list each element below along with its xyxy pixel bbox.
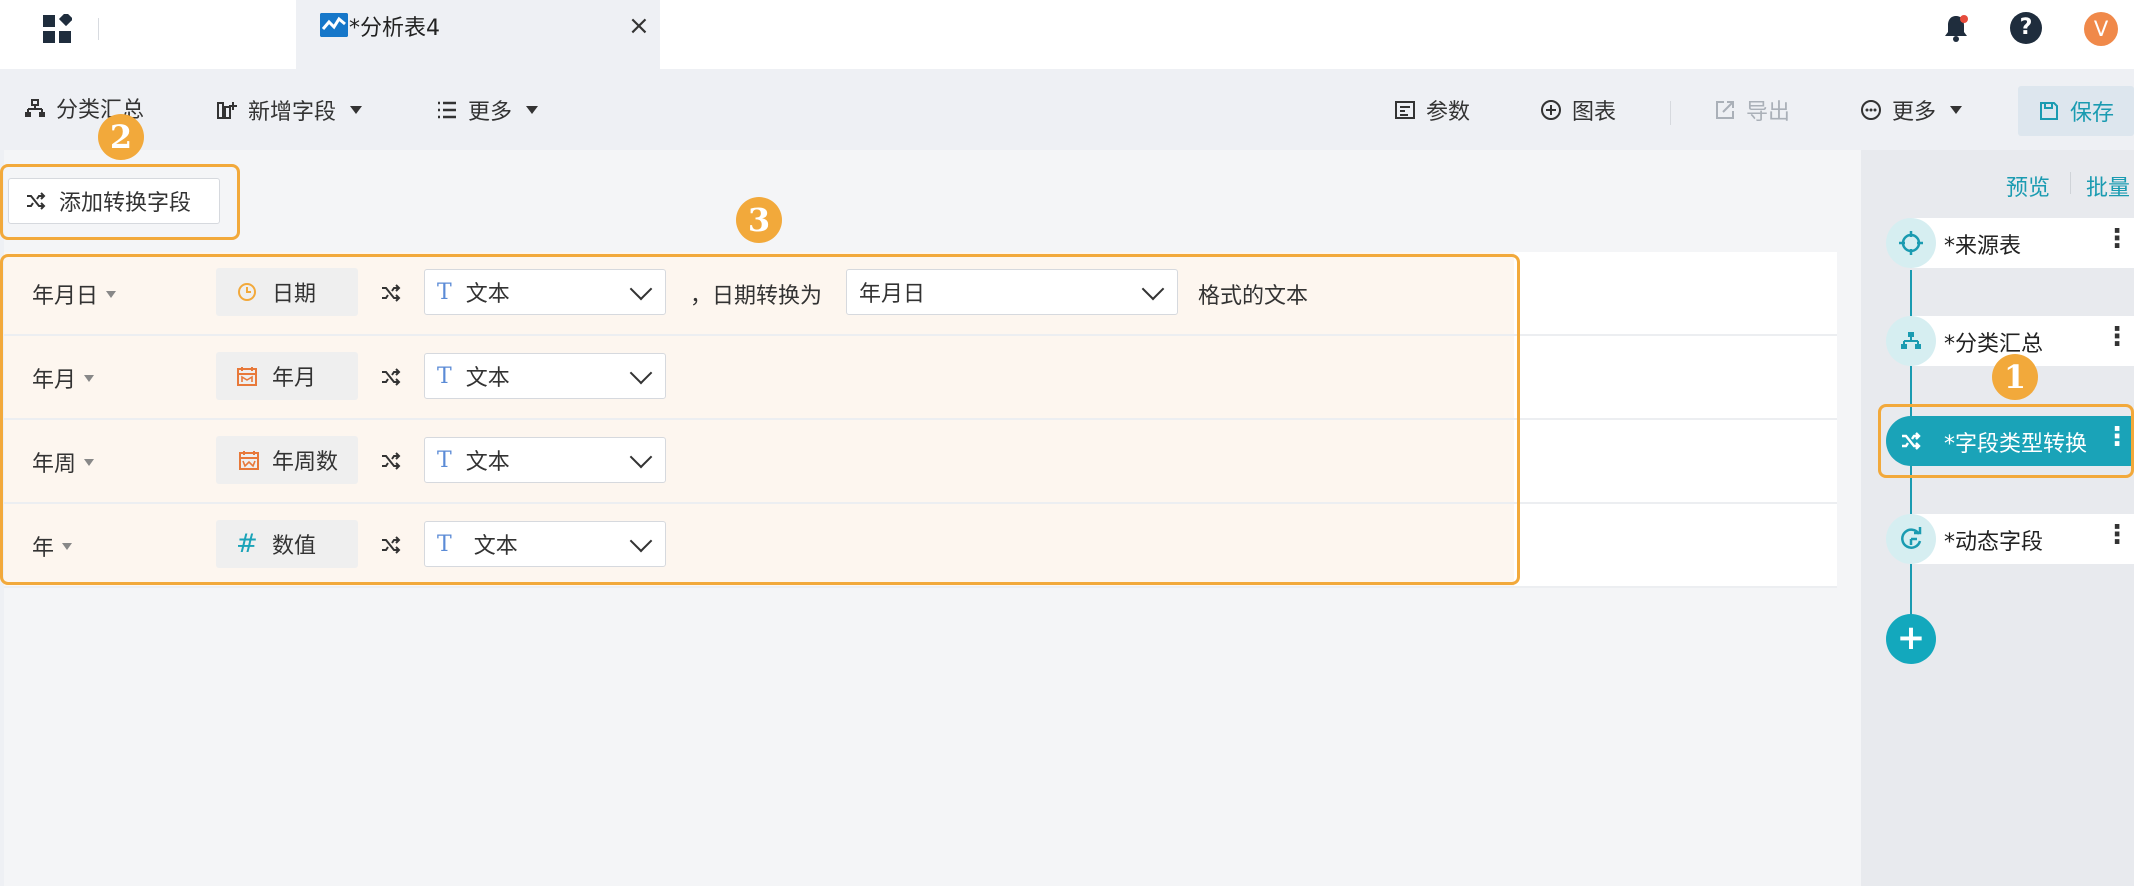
add-field-button[interactable]: 新增字段 [216, 90, 363, 130]
caret-down-icon [350, 106, 363, 114]
export-label: 导出 [1746, 100, 1791, 125]
more-vertical-icon[interactable]: ⋮ [2104, 224, 2130, 254]
highlight-frame-active-node [1878, 404, 2134, 478]
flow-node-label: *来源表 [1944, 234, 2022, 259]
more-left-label: 更多 [468, 100, 513, 125]
chart-button[interactable]: 图表 [1540, 90, 1616, 130]
step-badge-3: 3 [736, 197, 782, 243]
dynamic-icon [1886, 514, 1936, 564]
export-icon [1716, 101, 1734, 119]
step-badge-2: 2 [98, 114, 144, 160]
preview-link[interactable]: 预览 [2006, 170, 2050, 202]
highlight-frame-add-button [0, 164, 240, 240]
toolbar-divider [1670, 101, 1671, 125]
batch-link[interactable]: 批量 [2086, 170, 2130, 202]
chart-label: 图表 [1572, 100, 1617, 125]
chart-line-icon [320, 13, 348, 37]
more-vertical-icon[interactable]: ⋮ [2104, 520, 2130, 550]
sidebar-divider [2070, 172, 2071, 194]
apps-grid-icon[interactable] [42, 14, 72, 44]
add-field-label: 新增字段 [248, 100, 337, 125]
save-button[interactable]: 保存 [2018, 86, 2134, 136]
save-icon [2040, 102, 2058, 120]
save-label: 保存 [2070, 101, 2115, 126]
parameter-button[interactable]: 参数 [1394, 90, 1470, 130]
tab-title[interactable]: *分析表4 [349, 10, 440, 42]
caret-down-icon [526, 106, 539, 114]
flow-node-label: *分类汇总 [1944, 332, 2044, 357]
help-icon[interactable]: ? [2010, 12, 2042, 44]
close-icon[interactable]: × [628, 10, 650, 42]
bell-icon[interactable] [1940, 12, 1972, 44]
avatar[interactable]: V [2084, 12, 2118, 46]
step-badge-1: 1 [1992, 354, 2038, 400]
more-left-button[interactable]: 更多 [436, 90, 539, 130]
add-column-icon [217, 102, 237, 119]
more-right-button[interactable]: 更多 [1860, 90, 1963, 130]
parameter-icon [1395, 101, 1415, 119]
highlight-frame-rows [0, 254, 1520, 585]
flow-node-label: *动态字段 [1944, 530, 2044, 555]
more-right-label: 更多 [1892, 100, 1937, 125]
export-button[interactable]: 导出 [1714, 90, 1790, 130]
caret-down-icon [1950, 106, 1963, 114]
add-circle-icon [1541, 100, 1561, 120]
topbar-divider [98, 18, 99, 40]
parameter-label: 参数 [1426, 100, 1471, 125]
hierarchy-icon [1886, 316, 1936, 366]
add-node-button[interactable]: + [1886, 614, 1936, 664]
list-icon [438, 101, 456, 119]
more-circle-icon [1861, 100, 1881, 120]
more-vertical-icon[interactable]: ⋮ [2104, 322, 2130, 352]
hierarchy-icon [25, 99, 45, 117]
target-icon [1886, 218, 1936, 268]
